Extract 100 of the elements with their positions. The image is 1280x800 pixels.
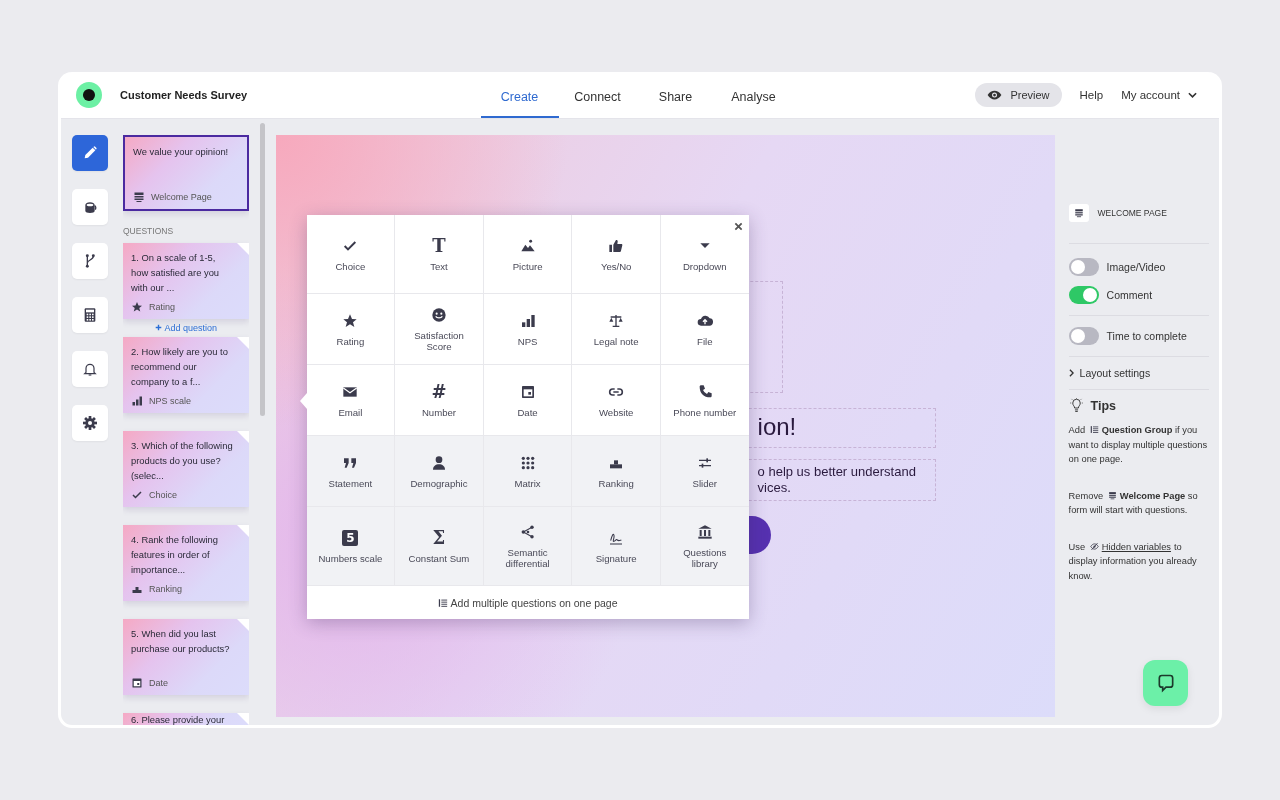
form-description: vices. [757, 480, 791, 495]
folded-corner [236, 525, 249, 537]
question-type-option[interactable]: Σ Constant Sum [395, 507, 483, 585]
nav-tab[interactable]: Connect [558, 72, 637, 118]
check-icon [131, 489, 143, 501]
nav-tab[interactable]: Analyse [714, 72, 793, 118]
card-text: 1. On a scale of 1-5, how satisfied are you with our ... [131, 251, 221, 295]
question-card[interactable]: 4. Rank the following features in order of importance... Ranking [123, 525, 249, 601]
card-type: Choice [149, 490, 177, 500]
paint-bucket-tool-button[interactable] [72, 189, 108, 225]
toggle-switch[interactable] [1068, 286, 1099, 304]
chat-button[interactable] [1143, 660, 1188, 706]
question-type-option[interactable]: Statement [306, 436, 395, 506]
add-multiple-button[interactable]: Add multiple questions on one page [306, 586, 749, 619]
section-heading: QUESTIONS [123, 226, 175, 236]
glyph-icon: 5 [342, 529, 359, 546]
monitor-icon [1068, 204, 1089, 222]
question-type-option[interactable]: Picture [483, 215, 572, 293]
question-type-option[interactable]: Semantic differential [483, 507, 572, 585]
question-card[interactable]: 2. How likely are you to recommend our company to a f... NPS scale [123, 337, 249, 413]
question-type-option[interactable]: Signature [572, 507, 660, 585]
monitor-icon [1107, 490, 1117, 500]
card-type: Rating [149, 302, 175, 312]
paint-bucket-icon [82, 199, 98, 215]
hidden-eye-icon [1089, 541, 1099, 551]
nav-tab[interactable]: Share [636, 72, 715, 118]
card-text: We value your opinion! [133, 145, 230, 159]
question-type-option[interactable]: Legal note [572, 294, 660, 364]
eye-icon [987, 90, 1003, 100]
monitor-icon [133, 191, 145, 203]
chevron-down-icon [1188, 92, 1197, 98]
question-type-option[interactable]: Rating [306, 294, 395, 364]
toggle-label: Comment [1106, 289, 1153, 301]
question-type-option[interactable]: Demographic [395, 436, 483, 506]
question-card[interactable]: 6. Please provide your [123, 713, 249, 725]
bank-icon [696, 524, 713, 540]
question-type-option[interactable]: Questions library [660, 507, 749, 585]
glyph-icon: Σ [432, 528, 446, 547]
help-link[interactable]: Help [1079, 89, 1104, 101]
toggle-label: Time to complete [1106, 330, 1187, 342]
smiley-icon [430, 307, 447, 323]
question-type-option[interactable]: Matrix [483, 436, 572, 506]
question-card[interactable]: 5. When did you last purchase our products? Date [123, 619, 249, 695]
question-type-option[interactable]: Choice [306, 215, 395, 293]
question-type-option[interactable]: File [660, 294, 749, 364]
card-type: NPS scale [149, 396, 192, 406]
card-type: Date [149, 678, 168, 688]
calculator-icon [82, 307, 98, 323]
pencil-icon [82, 145, 98, 161]
bar-chart-icon [519, 312, 536, 329]
account-menu[interactable]: My account [1121, 89, 1197, 101]
question-type-option[interactable]: 5 Numbers scale [306, 507, 395, 585]
folded-corner [236, 337, 249, 349]
pencil-tool-button[interactable] [72, 135, 108, 171]
tip-text: Remove Welcome Page so form will start with questions. [1068, 489, 1199, 517]
question-type-option[interactable]: Phone number [660, 365, 749, 435]
gear-tool-button[interactable] [72, 405, 108, 441]
scale-icon [608, 312, 625, 329]
question-type-option[interactable]: Satisfaction Score [395, 294, 483, 364]
question-type-option[interactable]: Dropdown [660, 215, 749, 293]
question-type-option[interactable]: Email [306, 365, 395, 435]
question-type-option[interactable]: Date [483, 365, 572, 435]
question-type-option[interactable]: Ranking [572, 436, 660, 506]
branch-tool-button[interactable] [72, 243, 108, 279]
tips-title: Tips [1090, 398, 1117, 413]
question-type-option[interactable]: # Number [395, 365, 483, 435]
gear-icon [82, 415, 98, 431]
scrollbar[interactable] [259, 123, 265, 416]
form-heading: ion! [757, 413, 797, 441]
question-type-option[interactable]: Website [572, 365, 660, 435]
toggle-switch[interactable] [1068, 327, 1099, 345]
mountain-icon [519, 237, 536, 254]
question-type-option[interactable]: Yes/No [572, 215, 660, 293]
list-icon [1089, 425, 1099, 434]
card-type: Welcome Page [151, 192, 212, 202]
layout-settings-toggle[interactable]: Layout settings [1068, 364, 1151, 382]
question-card[interactable]: 3. Which of the following products do you use? (selec... Choice [123, 431, 249, 507]
question-type-option[interactable]: T Text [395, 215, 483, 293]
folded-corner [236, 243, 249, 255]
toggle-switch[interactable] [1068, 258, 1099, 276]
bell-icon [82, 361, 98, 377]
folded-corner [236, 431, 249, 443]
welcome-card[interactable]: We value your opinion! Welcome Page [123, 135, 249, 211]
bell-tool-button[interactable] [72, 351, 108, 387]
calendar-icon [519, 383, 536, 400]
card-text: 6. Please provide your [131, 714, 226, 725]
question-card[interactable]: 1. On a scale of 1-5, how satisfied are you with our ... Rating [123, 243, 249, 319]
question-type-option[interactable]: Slider [660, 436, 749, 506]
glyph-icon: # [431, 382, 447, 401]
preview-button[interactable]: Preview [975, 83, 1062, 107]
calculator-tool-button[interactable] [72, 297, 108, 333]
add-question-link[interactable]: Add question [123, 321, 249, 334]
card-text: 2. How likely are you to recommend our company to a f... [131, 345, 229, 389]
list-icon [437, 597, 448, 608]
card-text: 5. When did you last purchase our products? [131, 627, 231, 656]
hidden-variables-link[interactable]: Hidden variables [1101, 541, 1171, 552]
lightbulb-icon [1068, 398, 1084, 413]
question-type-option[interactable]: NPS [483, 294, 572, 364]
chevron-right-icon [1068, 369, 1074, 377]
star-icon [131, 301, 143, 313]
